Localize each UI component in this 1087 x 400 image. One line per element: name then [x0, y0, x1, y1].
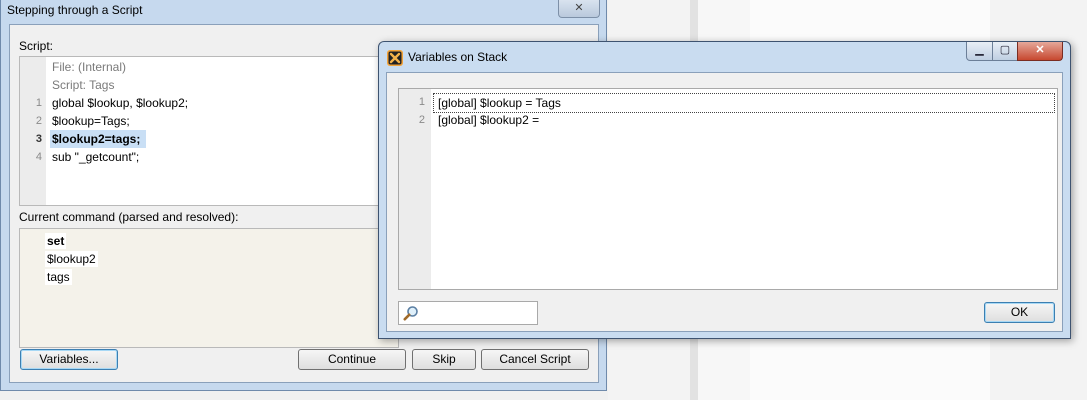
- command-item: tags: [45, 269, 72, 285]
- script-line: Script: Tags: [52, 78, 115, 92]
- cancel-script-button[interactable]: Cancel Script: [481, 349, 589, 370]
- script-line: 2 $lookup=Tags;: [35, 114, 130, 128]
- minimize-button[interactable]: ▁: [966, 42, 993, 61]
- command-item: set: [45, 233, 67, 249]
- search-input[interactable]: [398, 301, 538, 325]
- current-command-label: Current command (parsed and resolved):: [19, 210, 239, 224]
- maximize-button[interactable]: ▢: [992, 42, 1018, 61]
- app-x-icon: [387, 50, 403, 66]
- current-command-view: set $lookup2 tags: [19, 228, 399, 348]
- close-button[interactable]: ✕: [1017, 42, 1063, 61]
- script-line-current: 3 $lookup2=tags;: [20, 130, 398, 148]
- script-line: 4 sub "_getcount";: [35, 150, 140, 164]
- variables-client: 1 [global] $lookup = Tags 2 [global] $lo…: [386, 72, 1063, 332]
- variables-window-title: Variables on Stack: [408, 50, 508, 64]
- script-line: 1 global $lookup, $lookup2;: [35, 96, 189, 110]
- search-icon: [403, 306, 418, 321]
- variables-window: Variables on Stack ▁ ▢ ✕ 1 [global] $loo…: [378, 41, 1071, 339]
- dialog-close-button[interactable]: ✕: [558, 0, 600, 18]
- script-view[interactable]: File: (Internal) Script: Tags 1 global $…: [19, 56, 399, 206]
- continue-button[interactable]: Continue: [298, 349, 406, 370]
- variables-list[interactable]: 1 [global] $lookup = Tags 2 [global] $lo…: [398, 88, 1058, 290]
- script-label: Script:: [19, 39, 54, 53]
- variables-button[interactable]: Variables...: [20, 349, 118, 370]
- command-item: $lookup2: [45, 251, 98, 267]
- skip-button[interactable]: Skip: [412, 349, 476, 370]
- variable-row[interactable]: 2 [global] $lookup2 =: [399, 111, 1057, 129]
- variable-row-selected[interactable]: 1 [global] $lookup = Tags: [399, 93, 1057, 113]
- dialog-title: Stepping through a Script: [7, 3, 143, 17]
- ok-button[interactable]: OK: [984, 302, 1055, 323]
- script-line: File: (Internal): [52, 60, 127, 74]
